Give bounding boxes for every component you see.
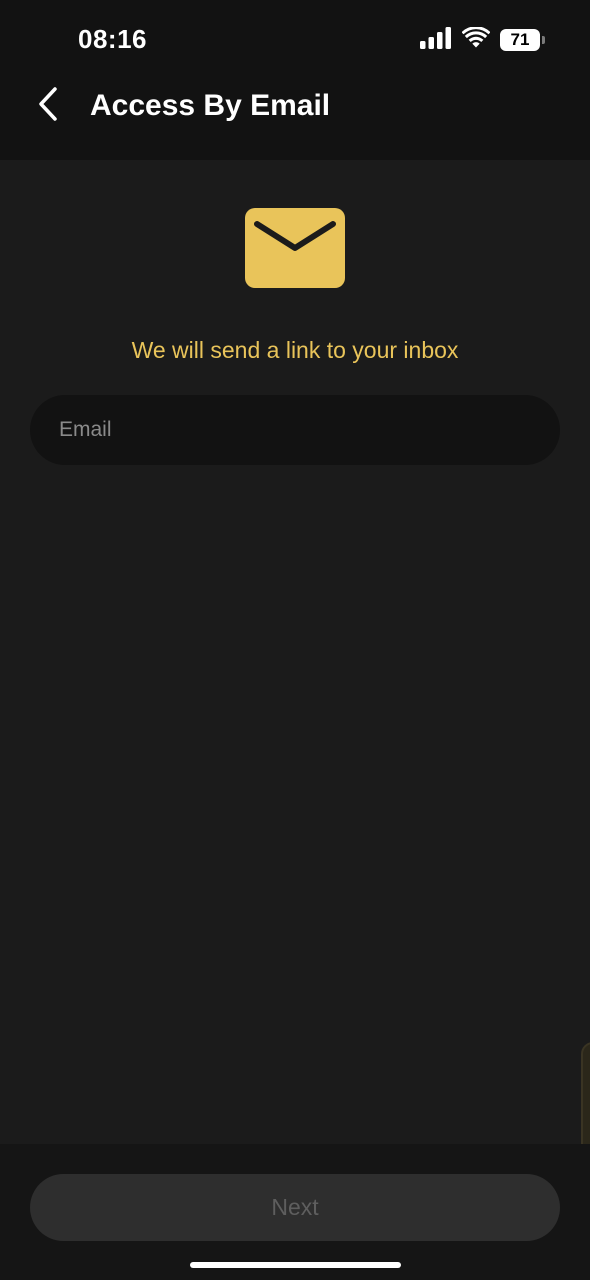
battery-icon: 71: [500, 29, 545, 51]
back-button[interactable]: [28, 84, 68, 128]
next-button[interactable]: Next: [30, 1174, 560, 1241]
status-time: 08:16: [78, 24, 147, 54]
battery-tip: [542, 36, 545, 44]
status-icons: 71: [420, 25, 545, 54]
envelope-icon: [245, 208, 345, 288]
access-by-email-screen: 08:16 71 Access By Email We will send a …: [0, 0, 590, 1280]
home-indicator[interactable]: [190, 1262, 401, 1268]
wifi-icon: [461, 25, 491, 54]
battery-level: 71: [510, 30, 530, 49]
cellular-signal-icon: [420, 26, 452, 54]
page-title: Access By Email: [90, 89, 331, 122]
chevron-left-icon: [36, 86, 60, 127]
instruction-text: We will send a link to your inbox: [131, 337, 459, 363]
email-field[interactable]: [30, 395, 560, 465]
